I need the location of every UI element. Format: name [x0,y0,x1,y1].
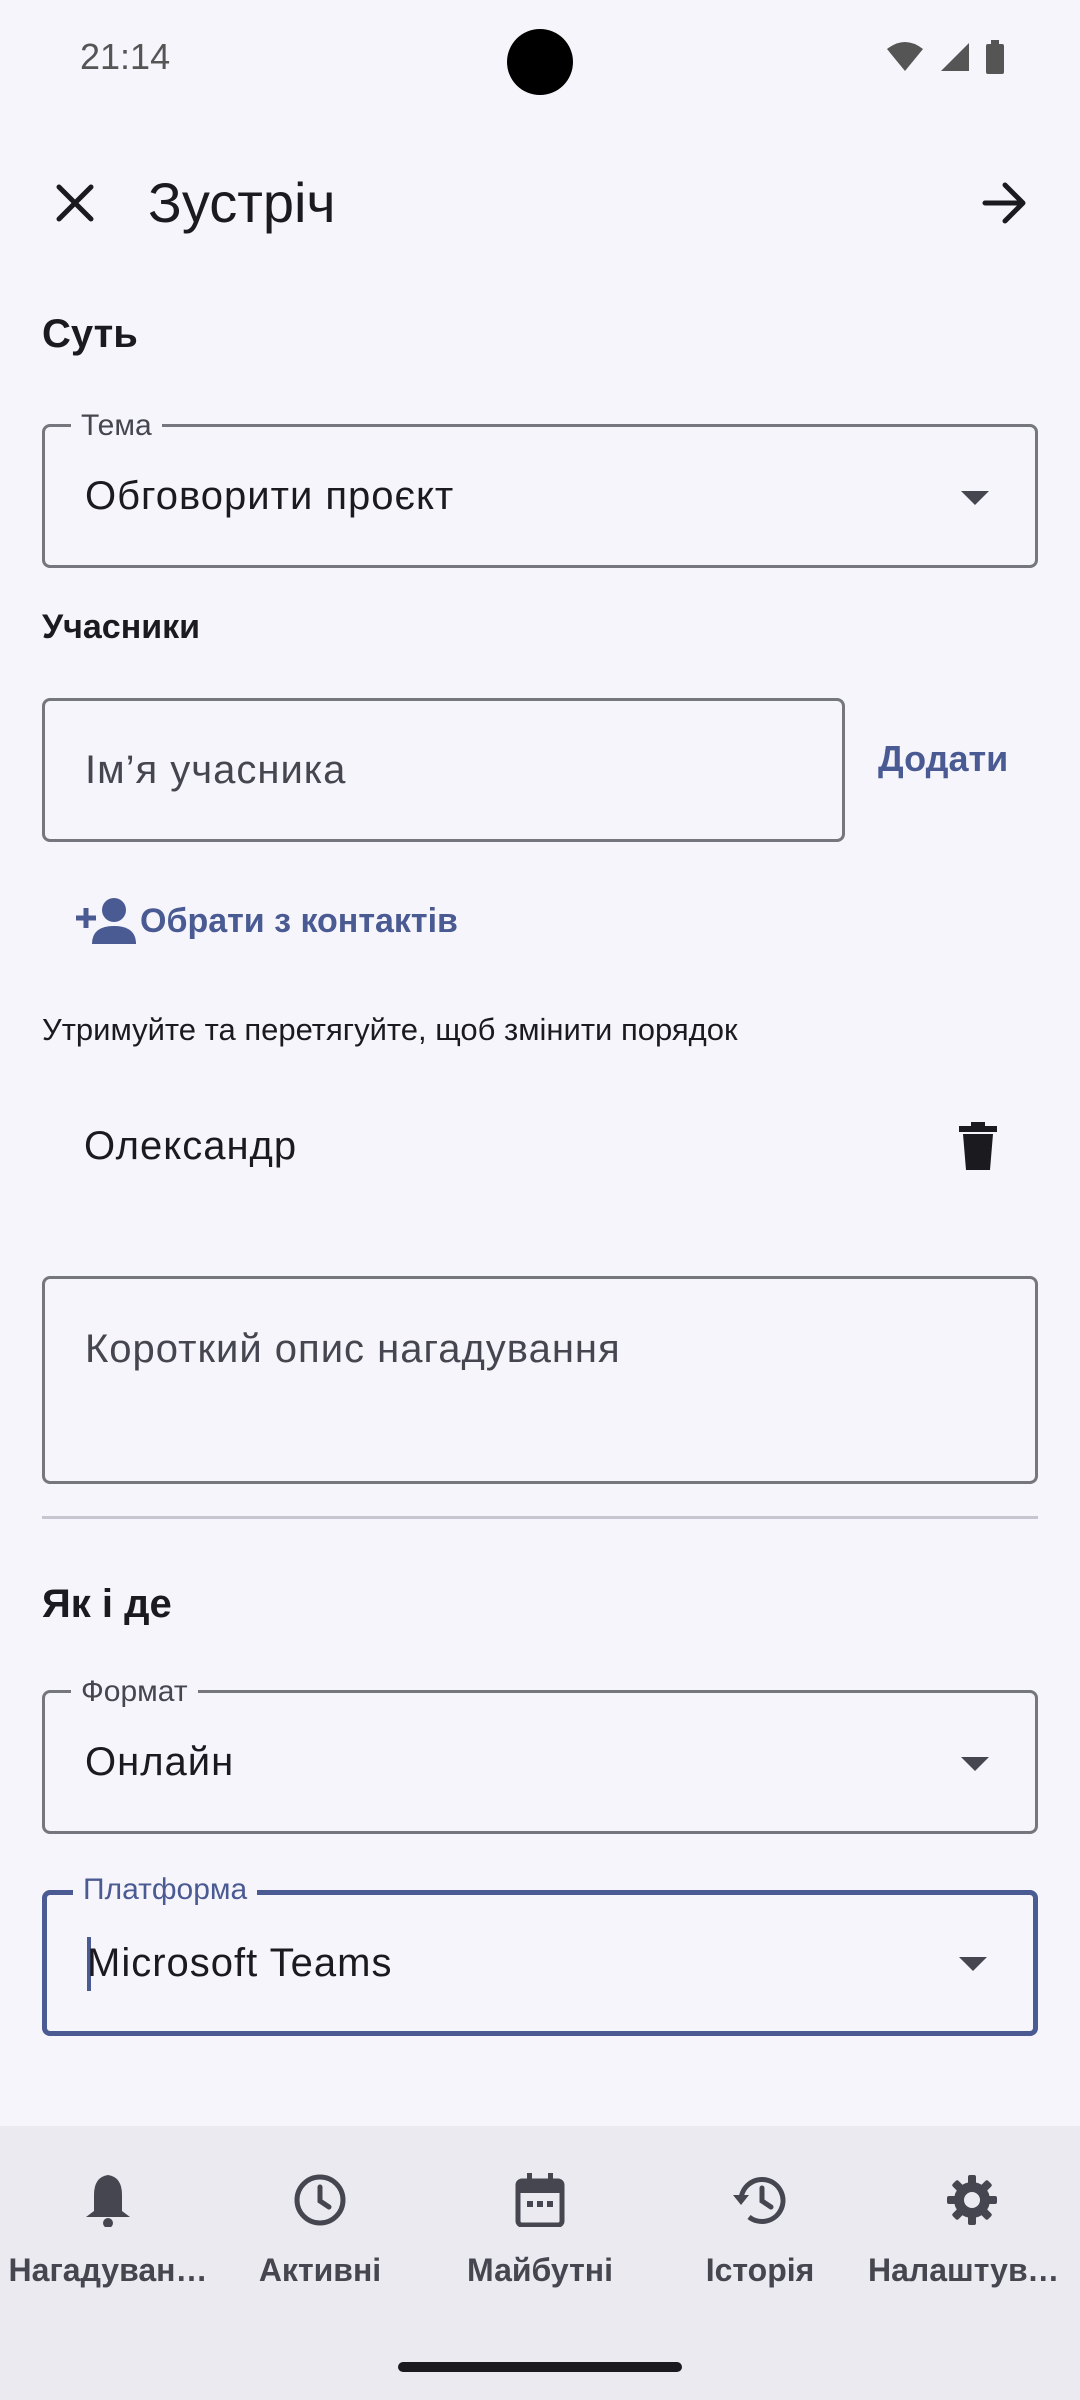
nav-item-upcoming[interactable]: Майбутні [432,2170,648,2289]
participant-name-input[interactable]: Ім’я учасника [42,698,845,842]
nav-item-reminders[interactable]: Нагадуван… [0,2170,216,2289]
nav-label-active: Активні [258,2252,382,2288]
close-icon [56,184,94,222]
platform-value: Microsoft Teams [87,1941,393,1985]
status-icons [885,40,1005,74]
participant-row[interactable]: Олександр [42,1090,1038,1210]
participant-name-placeholder: Ім’я учасника [85,748,347,792]
topic-value: Обговорити проєкт [85,474,455,518]
camera-cutout [507,29,573,95]
format-dropdown[interactable]: Формат Онлайн [42,1675,1038,1834]
gesture-bar[interactable] [398,2362,682,2372]
topic-label: Тема [71,409,162,443]
participant-name: Олександр [84,1124,298,1168]
format-label: Формат [71,1675,198,1709]
arrow-forward-icon [982,182,1026,224]
participants-title: Учасники [42,608,201,646]
nav-label-upcoming: Майбутні [467,2252,613,2288]
battery-icon [986,40,1004,74]
description-placeholder: Короткий опис нагадування [85,1327,621,1371]
nav-label-history: Історія [705,2252,815,2288]
reorder-hint: Утримуйте та перетягуйте, щоб змінити по… [42,1012,738,1047]
add-participant-button[interactable]: Додати [878,738,1008,780]
calendar-icon [515,2173,565,2227]
nav-item-active[interactable]: Активні [212,2170,428,2289]
choose-from-contacts-label: Обрати з контактів [140,901,458,940]
next-button[interactable] [970,168,1040,238]
delete-participant-button[interactable] [948,1116,1008,1176]
nav-item-history[interactable]: Історія [652,2170,868,2289]
wifi-icon [887,42,923,71]
person-add-icon [76,898,136,944]
nav-label-reminders: Нагадуван… [8,2252,208,2288]
status-time: 21:14 [80,36,171,77]
bell-icon [86,2175,130,2227]
history-icon [733,2177,786,2224]
description-input[interactable]: Короткий опис нагадування [42,1276,1038,1484]
nav-label-settings: Налаштува… [868,2252,1078,2288]
platform-dropdown[interactable]: Платформа Microsoft Teams [42,1873,1038,2036]
trash-icon [959,1122,997,1170]
section-title-essence: Суть [42,312,138,356]
topic-dropdown[interactable]: Тема Обговорити проєкт [42,409,1038,568]
divider [42,1516,1038,1519]
nav-item-settings[interactable]: Налаштува… [864,2170,1080,2289]
dropdown-arrow-icon [961,1757,989,1771]
gear-icon [947,2175,997,2225]
signal-icon [941,43,969,71]
dropdown-arrow-icon [959,1957,987,1971]
close-button[interactable] [40,168,110,238]
clock-icon [294,2174,346,2226]
dropdown-arrow-icon [961,491,989,505]
platform-label: Платформа [73,1873,258,1907]
choose-from-contacts-button[interactable]: Обрати з контактів [74,896,458,946]
page-title: Зустріч [148,171,336,234]
section-title-how-where: Як і де [42,1582,172,1626]
format-value: Онлайн [85,1740,235,1784]
